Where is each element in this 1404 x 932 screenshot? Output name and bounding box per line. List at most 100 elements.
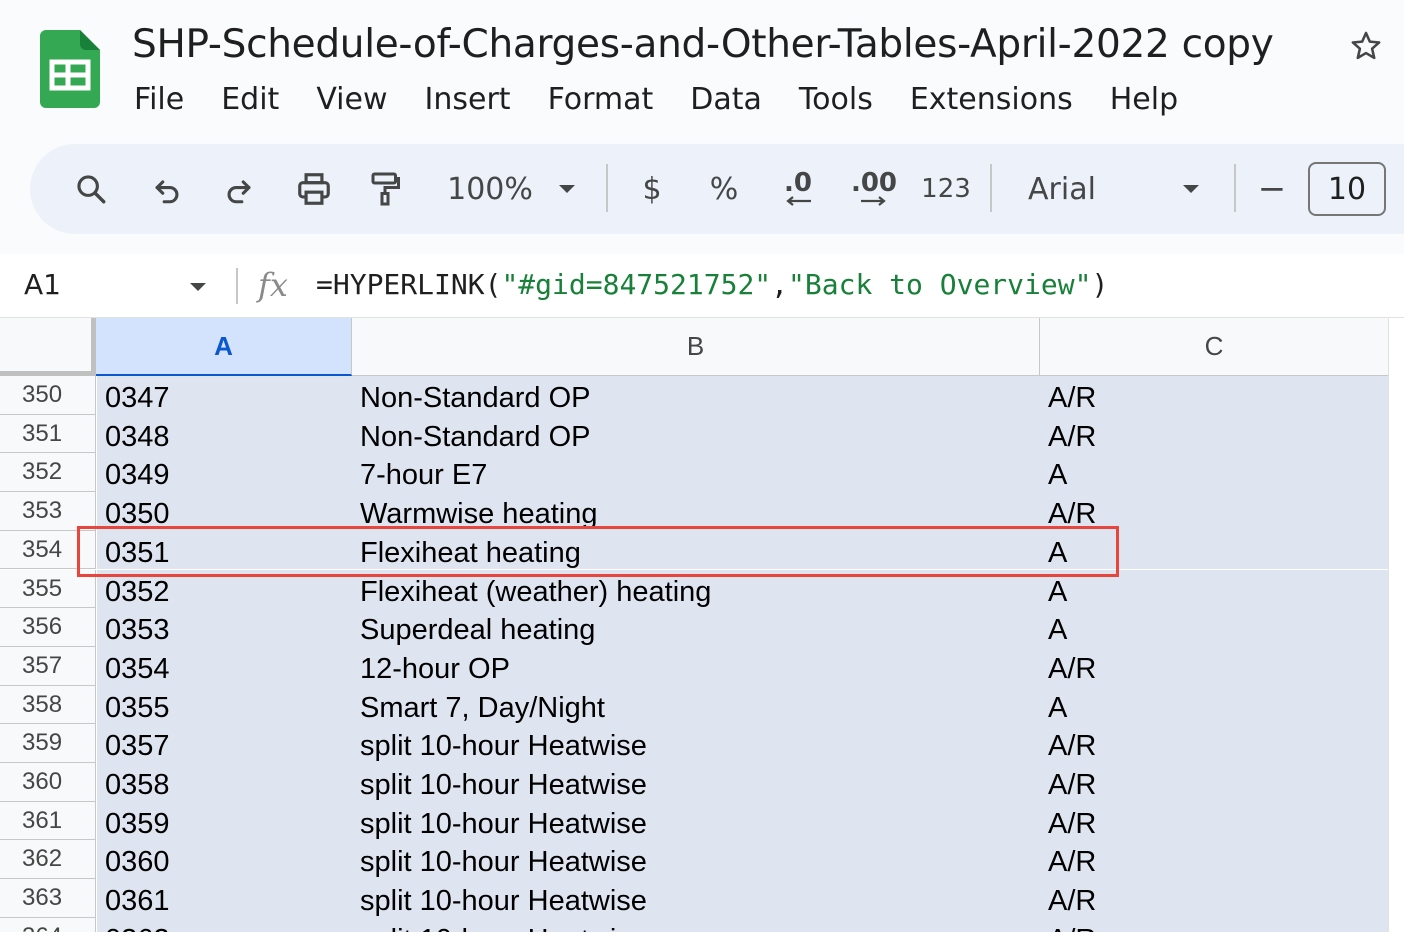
column-header-c[interactable]: C [1040,318,1389,376]
cell-a[interactable]: 0362 [97,917,352,932]
font-dropdown-icon[interactable] [1176,166,1206,212]
row-header[interactable]: 356 [0,608,96,647]
zoom-dropdown-icon[interactable] [552,166,582,212]
cell-c[interactable]: A/R [1040,492,1388,531]
toolbar-divider [1234,164,1236,212]
cell-b[interactable]: split 10-hour Heatwise [352,801,1040,841]
menu-tools[interactable]: Tools [799,80,873,120]
cell-b[interactable]: split 10-hour Heatwise [352,763,1040,802]
menu-data[interactable]: Data [690,80,762,120]
formula-comma: , [771,268,789,301]
increase-decimal-button[interactable]: .00 [844,166,904,212]
table-row: 351 0348 Non-Standard OP A/R [0,414,1404,454]
menu-insert[interactable]: Insert [425,80,511,120]
name-box-dropdown-icon[interactable] [188,280,208,298]
cell-c[interactable]: A/R [1040,414,1388,454]
cell-a[interactable]: 0349 [97,453,352,493]
row-header[interactable]: 364 [0,917,96,932]
cell-b[interactable]: Non-Standard OP [352,376,1040,415]
row-header[interactable]: 350 [0,376,96,415]
search-icon[interactable] [66,166,116,212]
decrease-font-size-button[interactable]: − [1252,166,1292,212]
increase-decimal-label: .00 [850,168,898,198]
formula-input[interactable]: =HYPERLINK("#gid=847521752","Back to Ove… [316,268,1108,301]
row-header[interactable]: 361 [0,801,96,841]
row-header[interactable]: 351 [0,414,96,454]
cell-c[interactable]: A/R [1040,724,1388,763]
row-header[interactable]: 352 [0,453,96,493]
font-select[interactable]: Arial [1028,166,1148,212]
table-row: 358 0355 Smart 7, Day/Night A [0,685,1404,725]
row-header[interactable]: 353 [0,492,96,531]
paint-format-icon[interactable] [360,166,410,212]
column-header-b[interactable]: B [352,318,1040,376]
cell-c[interactable]: A/R [1040,801,1388,841]
toolbar-divider [606,164,608,212]
cell-b[interactable]: split 10-hour Heatwise [352,917,1040,932]
cell-c[interactable]: A/R [1040,840,1388,880]
zoom-select[interactable]: 100% [438,166,542,212]
select-all-corner[interactable] [0,318,96,376]
menu-format[interactable]: Format [548,80,654,120]
name-box[interactable]: A1 [24,268,61,301]
row-header[interactable]: 358 [0,685,96,725]
redo-icon[interactable] [214,166,264,212]
row-header[interactable]: 362 [0,840,96,880]
row-header[interactable]: 359 [0,724,96,763]
fx-icon: fx [258,266,288,304]
cell-c[interactable]: A [1040,685,1388,725]
cell-b[interactable]: 12-hour OP [352,646,1040,686]
print-icon[interactable] [288,166,340,212]
cell-c[interactable]: A/R [1040,376,1388,415]
cell-a[interactable]: 0361 [97,879,352,918]
cell-c[interactable]: A [1040,453,1388,493]
cell-a[interactable]: 0357 [97,724,352,763]
table-row: 361 0359 split 10-hour Heatwise A/R [0,801,1404,841]
cell-a[interactable]: 0355 [97,685,352,725]
font-size-input[interactable]: 10 [1308,162,1386,216]
row-header[interactable]: 363 [0,879,96,918]
cell-c[interactable]: A [1040,608,1388,647]
cell-a[interactable]: 0354 [97,646,352,686]
column-header-a[interactable]: A [96,318,352,376]
cell-a[interactable]: 0350 [97,492,352,531]
table-row: 363 0361 split 10-hour Heatwise A/R [0,879,1404,918]
table-row: 357 0354 12-hour OP A/R [0,646,1404,686]
menu-view[interactable]: View [316,80,387,120]
cell-c[interactable]: A/R [1040,879,1388,918]
percent-format-button[interactable]: % [702,166,746,212]
cell-a[interactable]: 0358 [97,763,352,802]
cell-b[interactable]: Superdeal heating [352,608,1040,647]
more-formats-button[interactable]: 123 [920,166,972,212]
cell-b[interactable]: split 10-hour Heatwise [352,879,1040,918]
cell-b[interactable]: Non-Standard OP [352,414,1040,454]
decrease-decimal-button[interactable]: .0 [770,166,826,212]
cell-b[interactable]: 7-hour E7 [352,453,1040,493]
menu-edit[interactable]: Edit [221,80,279,120]
cell-b[interactable]: Smart 7, Day/Night [352,685,1040,725]
menu-extensions[interactable]: Extensions [910,80,1073,120]
arrow-right-icon [861,196,886,206]
undo-icon[interactable] [142,166,192,212]
cell-a[interactable]: 0353 [97,608,352,647]
formula-close: ) [1091,268,1109,301]
column-d-cells[interactable] [1388,318,1404,932]
cell-a[interactable]: 0360 [97,840,352,880]
cell-c[interactable]: A/R [1040,646,1388,686]
menu-help[interactable]: Help [1110,80,1178,120]
row-header[interactable]: 357 [0,646,96,686]
cell-c[interactable]: A/R [1040,917,1388,932]
document-title[interactable]: SHP-Schedule-of-Charges-and-Other-Tables… [132,22,1274,67]
sheets-logo-icon[interactable] [40,30,100,108]
cell-b[interactable]: split 10-hour Heatwise [352,724,1040,763]
cell-a[interactable]: 0359 [97,801,352,841]
cell-b[interactable]: Warmwise heating [352,492,1040,531]
menu-file[interactable]: File [134,80,184,120]
currency-format-button[interactable]: $ [630,166,674,212]
cell-c[interactable]: A/R [1040,763,1388,802]
star-icon[interactable] [1344,24,1388,68]
row-header[interactable]: 360 [0,763,96,802]
cell-a[interactable]: 0348 [97,414,352,454]
cell-a[interactable]: 0347 [97,376,352,415]
cell-b[interactable]: split 10-hour Heatwise [352,840,1040,880]
